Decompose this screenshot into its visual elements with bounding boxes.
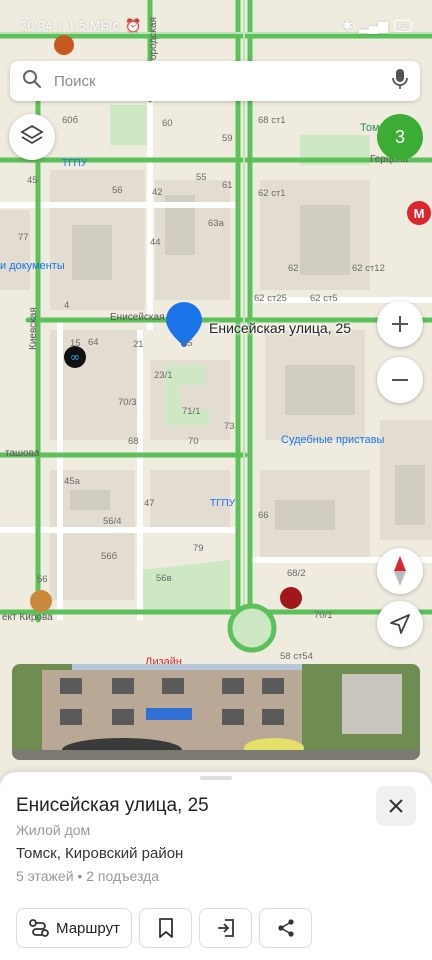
house-number: 45а bbox=[64, 476, 80, 487]
house-number: 68/2 bbox=[287, 568, 306, 579]
house-number: 25 bbox=[182, 338, 193, 349]
close-icon bbox=[389, 799, 403, 813]
mic-icon[interactable] bbox=[392, 68, 408, 95]
house-number: 60 bbox=[162, 118, 173, 129]
house-number: 15 bbox=[70, 338, 81, 349]
house-number: 62 ст5 bbox=[310, 293, 338, 304]
route-icon bbox=[29, 919, 49, 937]
house-number: 55 bbox=[196, 172, 207, 183]
results-count-badge[interactable]: 3 bbox=[377, 114, 423, 160]
status-time: 20:34 bbox=[20, 18, 53, 33]
entrance-button[interactable] bbox=[199, 908, 252, 948]
place-card[interactable]: Енисейская улица, 25 Жилой дом Томск, Ки… bbox=[0, 772, 432, 960]
route-button[interactable]: Маршрут bbox=[16, 908, 132, 948]
my-location-button[interactable] bbox=[377, 601, 423, 647]
layers-icon bbox=[20, 124, 44, 151]
signal-icon: ▂▄▆ bbox=[358, 18, 388, 33]
search-icon bbox=[22, 69, 42, 94]
street-label-eniseyskaya: Енисейская bbox=[110, 312, 165, 323]
house-number: 70 bbox=[188, 436, 199, 447]
compass-icon bbox=[394, 556, 406, 586]
street-label-kievskaya: Киевская bbox=[28, 307, 39, 350]
pin-label[interactable]: Енисейская улица, 25 bbox=[209, 320, 351, 336]
house-number: 66 bbox=[258, 510, 269, 521]
zoom-in-button[interactable] bbox=[377, 301, 423, 347]
share-button[interactable] bbox=[259, 908, 312, 948]
place-address: Томск, Кировский район bbox=[16, 845, 184, 862]
house-number: 68 ст1 bbox=[258, 115, 286, 126]
house-number: 56в bbox=[156, 573, 172, 584]
house-number: 61 bbox=[222, 180, 233, 191]
house-number: 63а bbox=[208, 218, 224, 229]
search-input[interactable]: Поиск bbox=[54, 73, 392, 90]
house-number: 44 bbox=[150, 237, 161, 248]
house-number: 56/4 bbox=[103, 516, 122, 527]
house-number: 71/1 bbox=[182, 406, 201, 417]
house-number: 42 bbox=[152, 187, 163, 198]
compass-button[interactable] bbox=[377, 548, 423, 594]
house-number: 62 ст1 bbox=[258, 188, 286, 199]
poi-label-court[interactable]: Судебные приставы bbox=[281, 434, 384, 446]
place-details: 5 этажей • 2 подъезда bbox=[16, 868, 160, 884]
house-number: 58 ст54 bbox=[280, 651, 313, 662]
poi-label-tgpu-mid[interactable]: ТГПУ bbox=[210, 498, 235, 509]
zoom-in-icon bbox=[392, 316, 408, 332]
house-number: 59 bbox=[222, 133, 233, 144]
location-arrow-icon bbox=[390, 614, 410, 634]
house-number: 4 bbox=[64, 300, 70, 311]
house-number: 23/1 bbox=[154, 370, 173, 381]
house-number: 73 bbox=[224, 421, 235, 432]
svg-text:∞: ∞ bbox=[70, 350, 80, 364]
search-bar[interactable]: Поиск bbox=[10, 61, 420, 101]
drag-handle[interactable] bbox=[200, 776, 232, 780]
close-button[interactable] bbox=[376, 786, 416, 826]
house-number: 56 bbox=[112, 185, 123, 196]
poi-label-documents[interactable]: и документы bbox=[0, 260, 65, 272]
battery-indicator: 62 bbox=[393, 20, 412, 32]
bluetooth-icon: ✱ bbox=[341, 18, 353, 33]
house-number: 62 bbox=[288, 263, 299, 274]
house-number: 64 bbox=[88, 337, 99, 348]
zoom-out-icon bbox=[392, 379, 408, 381]
enter-icon bbox=[217, 919, 234, 937]
layers-button[interactable] bbox=[9, 114, 55, 160]
route-label: Маршрут bbox=[56, 919, 120, 937]
house-number: 70/3 bbox=[118, 397, 137, 408]
house-number: 62 ст25 bbox=[254, 293, 287, 304]
house-number: 77 bbox=[18, 232, 29, 243]
place-type: Жилой дом bbox=[16, 822, 91, 838]
zoom-out-button[interactable] bbox=[377, 357, 423, 403]
svg-text:M: M bbox=[414, 206, 425, 221]
house-number: 56 bbox=[37, 574, 48, 585]
poi-label-tgpu-top[interactable]: ТГПУ bbox=[62, 158, 87, 169]
house-number: 68 bbox=[128, 436, 139, 447]
street-label-kirova: ект Кирова bbox=[2, 612, 53, 623]
house-number: 21 bbox=[133, 339, 144, 350]
alarm-icon: ⏰ bbox=[125, 18, 142, 33]
bookmark-icon bbox=[158, 918, 173, 938]
house-number: 62 ст12 bbox=[352, 263, 385, 274]
house-number: 79 bbox=[193, 543, 204, 554]
status-divider: | bbox=[58, 18, 62, 33]
house-number: 56б bbox=[101, 551, 118, 562]
place-title: Енисейская улица, 25 bbox=[16, 795, 209, 816]
house-number: 47 bbox=[144, 498, 155, 509]
street-label-tashova: ташова bbox=[5, 448, 40, 459]
house-number: 45 bbox=[27, 175, 38, 186]
metro-icon[interactable]: M bbox=[407, 201, 431, 225]
house-number: 70/1 bbox=[314, 610, 333, 621]
bookmark-button[interactable] bbox=[139, 908, 192, 948]
status-bar: 20:34 | 1,5 МБ/с ⏰ ✱ ▂▄▆ 62 bbox=[0, 14, 432, 38]
share-icon bbox=[277, 919, 294, 937]
building-photo[interactable] bbox=[12, 664, 420, 760]
house-number: 60б bbox=[62, 115, 79, 126]
status-speed: 1,5 МБ/с bbox=[67, 18, 120, 33]
